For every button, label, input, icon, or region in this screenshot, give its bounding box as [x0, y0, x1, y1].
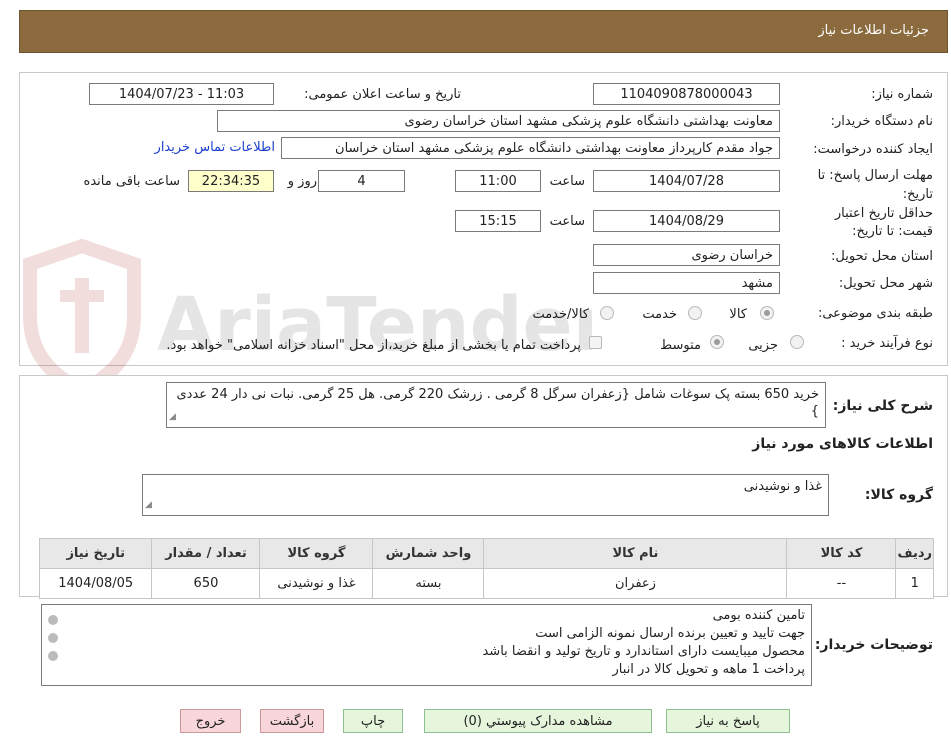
exit-button[interactable]: خروج [180, 709, 241, 733]
buyer-contact-link[interactable]: اطلاعات تماس خریدار [155, 140, 275, 155]
province-field[interactable]: خراسان رضوی [593, 244, 780, 266]
col-goods-code: کد کالا [786, 538, 897, 569]
col-unit: واحد شمارش [372, 538, 485, 569]
treasury-payment-note: پرداخت تمام یا بخشی از مبلغ خرید،از محل … [166, 338, 581, 353]
category-radio-goods[interactable] [760, 306, 774, 320]
summary-label: شرح کلی نیاز: [832, 398, 933, 414]
creator-label: ایجاد کننده درخواست: [813, 142, 933, 157]
resize-grip-icon[interactable]: ◢ [169, 409, 176, 426]
goods-section-title: اطلاعات کالاهای مورد نیاز [752, 436, 933, 452]
treasury-payment-checkbox[interactable] [589, 336, 602, 349]
category-option-goods: کالا [729, 307, 747, 322]
resize-grip-icon[interactable]: ◢ [145, 497, 152, 514]
buyer-note-line: پرداخت 1 ماهه و تحویل کالا در انبار [612, 662, 805, 677]
buyer-org-label: نام دستگاه خریدار: [830, 114, 933, 129]
page-title: جزئیات اطلاعات نیاز [818, 23, 929, 38]
notes-scrollbar[interactable] [44, 608, 62, 682]
scroll-dot-icon [48, 633, 58, 643]
col-goods-group: گروه کالا [259, 538, 374, 569]
goods-table: ردیف کد کالا نام کالا واحد شمارش گروه کا… [38, 538, 934, 599]
need-number-field[interactable]: 1104090878000043 [593, 83, 780, 105]
buyer-note-line: جهت تایید و تعیین برنده ارسال نمونه الزا… [535, 626, 805, 641]
process-option-medium: متوسط [660, 338, 701, 353]
cell-goods-code: -- [786, 568, 897, 599]
buyer-notes-label: توضیحات خریدار: [814, 637, 933, 653]
announce-date-label: تاریخ و ساعت اعلان عمومی: [304, 87, 461, 102]
province-label: استان محل تحویل: [831, 249, 933, 264]
buyer-notes-field[interactable]: تامین کننده بومی جهت تایید و تعیین برنده… [41, 604, 812, 686]
goods-table-header: ردیف کد کالا نام کالا واحد شمارش گروه کا… [38, 538, 934, 569]
cell-need-date: 1404/08/05 [38, 568, 153, 599]
category-radio-goods-service[interactable] [600, 306, 614, 320]
view-attachments-button[interactable]: مشاهده مدارک پیوستي (0) [424, 709, 652, 733]
validity-label: حداقل تاریخ اعتبار قیمت: تا تاریخ: [834, 206, 933, 239]
days-label: روز و [287, 174, 317, 189]
goods-group-field[interactable]: غذا و نوشیدنی ◢ [142, 474, 829, 516]
city-label: شهر محل تحویل: [838, 276, 933, 291]
process-option-minor: جزیی [748, 338, 778, 353]
validity-time-field[interactable]: 15:15 [455, 210, 541, 232]
col-need-date: تاریخ نیاز [38, 538, 153, 569]
buyer-note-line: محصول میبایست دارای استاندارد و تاریخ تو… [482, 644, 805, 659]
buyer-org-field[interactable]: معاونت بهداشتی دانشگاه علوم پزشکی مشهد ا… [217, 110, 780, 132]
need-number-label: شماره نیاز: [871, 87, 933, 102]
summary-text[interactable]: خرید 650 بسته پک سوغات شامل {زعفران سرگل… [166, 382, 826, 428]
remaining-time-field: 22:34:35 [188, 170, 274, 192]
category-option-goods-service: کالا/خدمت [532, 307, 589, 322]
print-button[interactable]: چاپ [343, 709, 403, 733]
announce-date-field[interactable]: 1404/07/23 - 11:03 [89, 83, 274, 105]
deadline-time-field[interactable]: 11:00 [455, 170, 541, 192]
page-header: جزئیات اطلاعات نیاز [19, 10, 948, 53]
cell-goods-group: غذا و نوشیدنی [259, 568, 374, 599]
remaining-time-label: ساعت باقی مانده [83, 174, 180, 189]
process-radio-medium[interactable] [710, 335, 724, 349]
cell-goods-name: زعفران [483, 568, 788, 599]
category-radio-service[interactable] [688, 306, 702, 320]
creator-field[interactable]: جواد مقدم کارپرداز معاونت بهداشتی دانشگا… [281, 137, 780, 159]
col-goods-name: نام کالا [483, 538, 788, 569]
cell-unit: بسته [372, 568, 485, 599]
process-type-label: نوع فرآیند خرید : [841, 336, 933, 351]
scroll-dot-icon [48, 651, 58, 661]
deadline-label: مهلت ارسال پاسخ: تا تاریخ: [817, 168, 933, 202]
category-option-service: خدمت [642, 307, 677, 322]
scroll-dot-icon [48, 615, 58, 625]
cell-row-number: 1 [895, 568, 934, 599]
reply-button[interactable]: پاسخ به نیاز [666, 709, 790, 733]
table-row: 1 -- زعفران بسته غذا و نوشیدنی 650 1404/… [38, 568, 934, 599]
deadline-time-label: ساعت [549, 174, 585, 189]
back-button[interactable]: بازگشت [260, 709, 324, 733]
category-label: طبقه بندی موضوعی: [817, 306, 933, 321]
buyer-note-line: تامین کننده بومی [712, 608, 805, 623]
process-radio-minor[interactable] [790, 335, 804, 349]
col-quantity: تعداد / مقدار [151, 538, 261, 569]
city-field[interactable]: مشهد [593, 272, 780, 294]
goods-group-label: گروه کالا: [864, 487, 933, 503]
col-row-number: ردیف [895, 538, 934, 569]
days-remaining-field[interactable]: 4 [318, 170, 405, 192]
validity-date-field[interactable]: 1404/08/29 [593, 210, 780, 232]
deadline-date-field[interactable]: 1404/07/28 [593, 170, 780, 192]
cell-quantity: 650 [151, 568, 261, 599]
validity-time-label: ساعت [549, 214, 585, 229]
